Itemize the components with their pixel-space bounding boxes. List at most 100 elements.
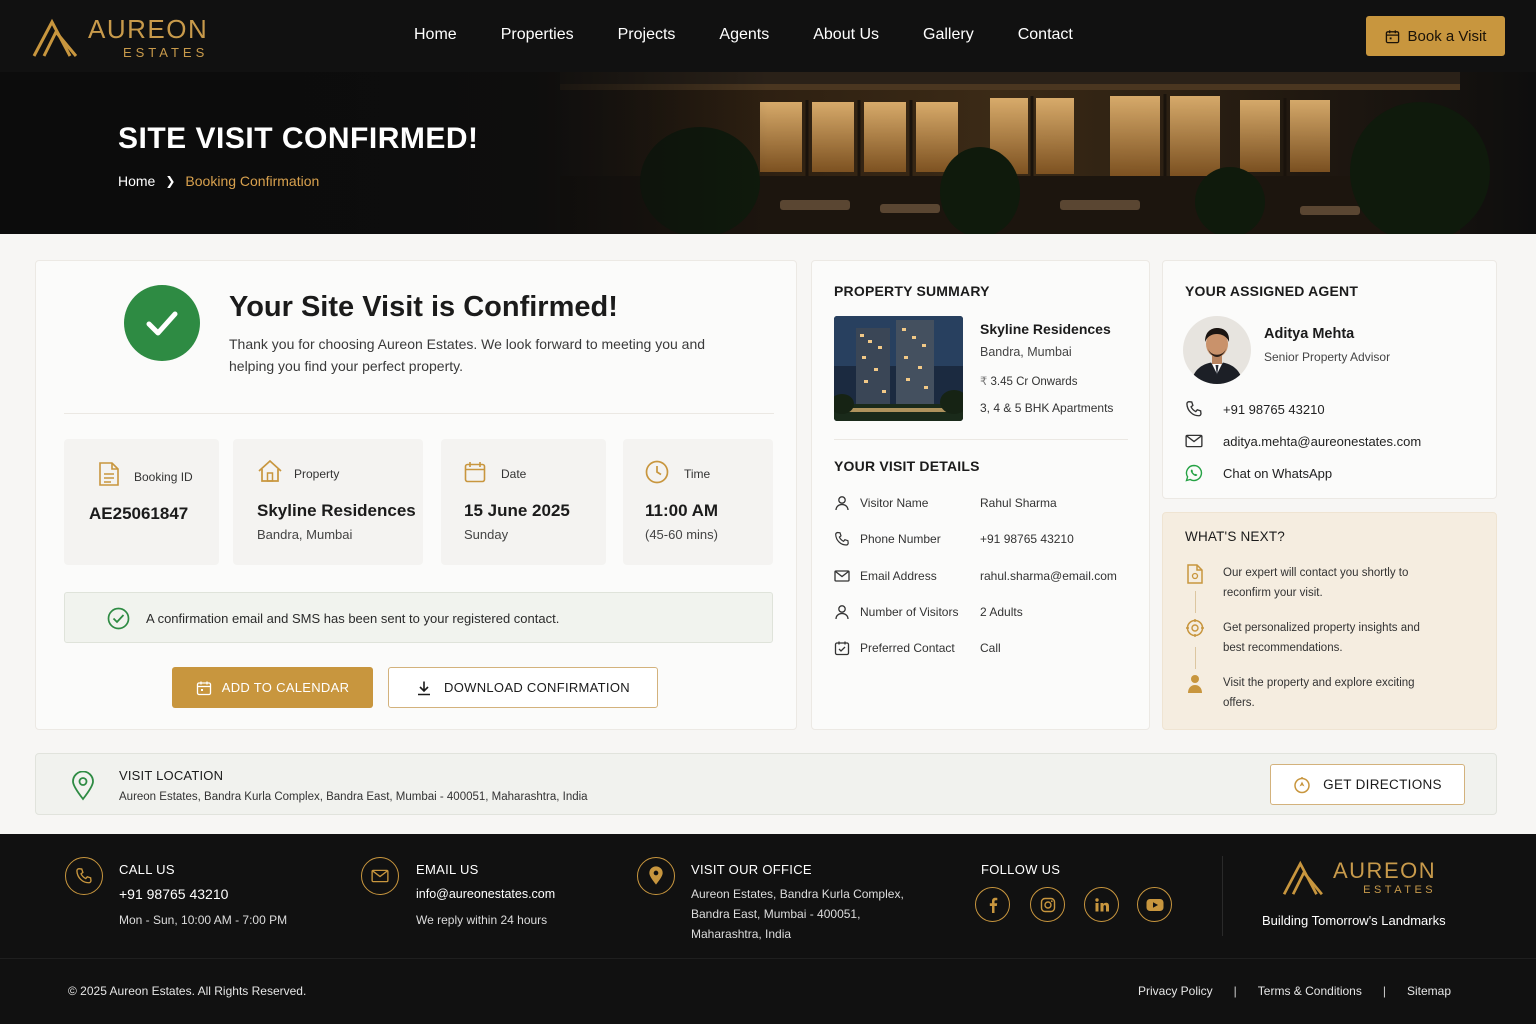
clock-icon: [645, 460, 669, 484]
property-summary-heading: PROPERTY SUMMARY: [834, 283, 990, 299]
get-directions-button[interactable]: GET DIRECTIONS: [1270, 764, 1465, 805]
date-tile: Date 15 June 2025 Sunday: [441, 439, 606, 565]
download-confirmation-button[interactable]: DOWNLOAD CONFIRMATION: [388, 667, 658, 708]
nav-gallery[interactable]: Gallery: [923, 26, 974, 44]
confirmation-card: Your Site Visit is Confirmed! Thank you …: [35, 260, 797, 730]
hero-banner: SITE VISIT CONFIRMED! Home ❯ Booking Con…: [0, 72, 1536, 234]
visitors-count-label: Number of Visitors: [860, 605, 959, 619]
preferred-contact-label: Preferred Contact: [860, 641, 955, 655]
footer-call-title: CALL US: [119, 862, 175, 877]
next-steps-heading: WHAT'S NEXT?: [1185, 529, 1285, 544]
divider: [834, 439, 1128, 440]
booking-id-tile: Booking ID AE25061847: [64, 439, 219, 565]
brand-name: AUREON: [88, 14, 209, 44]
nav-home[interactable]: Home: [414, 26, 457, 44]
visit-location-title: VISIT LOCATION: [119, 768, 224, 783]
privacy-policy-link[interactable]: Privacy Policy: [1138, 984, 1213, 998]
next-steps-card: WHAT'S NEXT? Our expert will contact you…: [1162, 512, 1497, 730]
rupee-icon: ₹: [980, 376, 988, 388]
timeline-connector: [1195, 591, 1196, 613]
linkedin-icon[interactable]: [1084, 887, 1119, 922]
footer-office-title: VISIT OUR OFFICE: [691, 862, 812, 877]
nav-agents[interactable]: Agents: [719, 26, 769, 44]
breadcrumb: Home ❯ Booking Confirmation: [118, 173, 319, 189]
page-title: SITE VISIT CONFIRMED!: [118, 122, 479, 155]
email-address-label: Email Address: [860, 569, 937, 583]
visit-location-bar: VISIT LOCATION Aureon Estates, Bandra Ku…: [35, 753, 1497, 815]
whatsapp-link: Chat on WhatsApp: [1223, 466, 1333, 481]
visit-detail-row: Phone Number +91 98765 43210: [834, 530, 1134, 550]
main-menu: Home Properties Projects Agents About Us…: [392, 26, 1117, 44]
property-price-value: 3.45 Cr Onwards: [990, 376, 1078, 388]
divider: [0, 958, 1536, 959]
users-icon: [835, 605, 849, 620]
facebook-icon[interactable]: [975, 887, 1010, 922]
visit-details-heading: YOUR VISIT DETAILS: [834, 458, 980, 474]
visit-detail-row: Email Address rahul.sharma@email.com: [834, 567, 1134, 587]
booking-id-label: Booking ID: [134, 470, 193, 484]
agent-role: Senior Property Advisor: [1264, 350, 1391, 364]
breadcrumb-home[interactable]: Home: [118, 173, 155, 189]
visit-location-address: Aureon Estates, Bandra Kurla Complex, Ba…: [119, 791, 588, 803]
add-to-calendar-button[interactable]: ADD TO CALENDAR: [172, 667, 373, 708]
sitemap-link[interactable]: Sitemap: [1407, 984, 1451, 998]
book-visit-label: Book a Visit: [1407, 27, 1487, 45]
agent-email: aditya.mehta@aureonestates.com: [1223, 434, 1422, 449]
footer-divider: [1222, 856, 1223, 936]
nav-projects[interactable]: Projects: [618, 26, 676, 44]
footer-brand-sub: ESTATES: [1363, 884, 1437, 896]
phone-number-value: +91 98765 43210: [980, 532, 1074, 546]
date-label: Date: [501, 467, 527, 481]
separator: |: [1382, 984, 1386, 998]
phone-icon: [65, 857, 103, 895]
footer-call-number[interactable]: +91 98765 43210: [119, 886, 228, 902]
footer-email-address[interactable]: info@aureonestates.com: [416, 884, 555, 904]
phone-icon: [835, 531, 849, 546]
brand-logo[interactable]: AUREON ESTATES: [32, 16, 208, 59]
instagram-icon[interactable]: [1030, 887, 1065, 922]
logo-mark-icon: [1282, 860, 1323, 896]
property-configuration: 3, 4 & 5 BHK Apartments: [980, 401, 1114, 415]
confirmation-title: Your Site Visit is Confirmed!: [229, 291, 618, 323]
top-navbar: AUREON ESTATES Home Properties Projects …: [0, 0, 1536, 72]
separator: |: [1233, 984, 1237, 998]
property-image[interactable]: [834, 316, 963, 421]
avatar: [1183, 316, 1251, 384]
site-footer: CALL US +91 98765 43210 Mon - Sun, 10:00…: [0, 834, 1536, 1024]
download-confirmation-label: DOWNLOAD CONFIRMATION: [444, 680, 630, 695]
copyright-text: © 2025 Aureon Estates. All Rights Reserv…: [68, 984, 307, 998]
map-pin-icon: [637, 857, 675, 895]
footer-email-title: EMAIL US: [416, 862, 479, 877]
property-location: Bandra, Mumbai: [257, 527, 353, 542]
contact-calendar-icon: [834, 641, 850, 656]
property-value: Skyline Residences: [257, 501, 416, 520]
property-summary-card: PROPERTY SUMMARY Skyline Residences Band…: [811, 260, 1150, 730]
time-duration: (45-60 mins): [645, 527, 718, 542]
timeline-connector: [1195, 647, 1196, 669]
agent-phone: +91 98765 43210: [1223, 402, 1325, 417]
notification-text: A confirmation email and SMS has been se…: [146, 611, 560, 626]
book-visit-button[interactable]: Book a Visit: [1366, 16, 1505, 56]
preferred-contact-value: Call: [980, 641, 1001, 655]
success-check-icon: [124, 285, 200, 361]
footer-tagline: Building Tomorrow's Landmarks: [1262, 913, 1446, 928]
navigation-icon: [1294, 776, 1310, 793]
next-step-text: Our expert will contact you shortly to r…: [1223, 567, 1409, 599]
nav-properties[interactable]: Properties: [501, 26, 574, 44]
phone-number-label: Phone Number: [860, 532, 941, 546]
nav-contact[interactable]: Contact: [1018, 26, 1073, 44]
home-icon: [258, 459, 282, 482]
visitor-name-value: Rahul Sharma: [980, 496, 1057, 510]
youtube-icon[interactable]: [1137, 887, 1172, 922]
date-value: 15 June 2025: [464, 501, 570, 520]
divider: [64, 413, 774, 414]
agent-heading: YOUR ASSIGNED AGENT: [1185, 283, 1359, 299]
nav-about[interactable]: About Us: [813, 26, 879, 44]
next-step-text: Visit the property and explore exciting …: [1223, 677, 1415, 709]
footer-logo[interactable]: AUREON ESTATES: [1282, 860, 1436, 896]
terms-link[interactable]: Terms & Conditions: [1258, 984, 1362, 998]
time-value: 11:00 AM: [645, 501, 719, 520]
footer-office-line: Aureon Estates, Bandra Kurla Complex,: [691, 887, 904, 901]
property-location: Bandra, Mumbai: [980, 345, 1072, 359]
footer-email-note: We reply within 24 hours: [416, 913, 548, 927]
